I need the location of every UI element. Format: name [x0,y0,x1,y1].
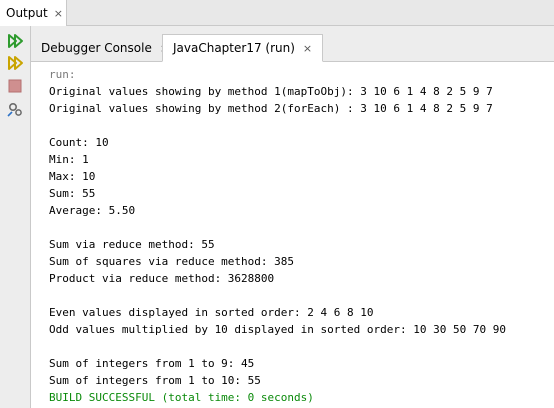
console-line: Sum of integers from 1 to 10: 55 [49,374,261,387]
console-line: Sum: 55 [49,187,96,200]
console-line: Original values showing by method 2(forE… [49,102,493,115]
console-line-build-status: BUILD SUCCESSFUL (total time: 0 seconds) [49,391,314,404]
console-line: Sum of integers from 1 to 9: 45 [49,357,255,370]
settings-icon[interactable] [6,100,24,118]
console-output[interactable]: run: Original values showing by method 1… [31,62,554,408]
console-line: Sum via reduce method: 55 [49,238,215,251]
console-line: Max: 10 [49,170,96,183]
console-line: Sum of squares via reduce method: 385 [49,255,295,268]
console-tabstrip: Debugger Console × JavaChapter17 (run) × [31,26,554,62]
console-line: Average: 5.50 [49,204,136,217]
console-line: Count: 10 [49,136,109,149]
console-line: Even values displayed in sorted order: 2… [49,306,374,319]
close-icon[interactable]: × [303,42,312,55]
console-line: Min: 1 [49,153,89,166]
console-line: Odd values multiplied by 10 displayed in… [49,323,506,336]
tab-label: Debugger Console [41,41,152,55]
rerun-with-different-parameters-icon[interactable] [6,54,24,72]
close-icon[interactable]: × [54,7,63,20]
tab-debugger-console[interactable]: Debugger Console × [31,34,179,62]
output-window-tab[interactable]: Output × [0,0,67,26]
console-line: Product via reduce method: 3628800 [49,272,275,285]
output-window-tabbar: Output × [0,0,554,26]
output-tab-label: Output [6,6,48,20]
tab-javachapter17-run[interactable]: JavaChapter17 (run) × [162,34,324,62]
tab-label: JavaChapter17 (run) [173,41,295,55]
stop-icon[interactable] [6,77,24,95]
rerun-icon[interactable] [6,32,24,50]
console-line: Original values showing by method 1(mapT… [49,85,493,98]
output-toolbar [0,26,31,408]
console-line-run: run: [49,68,76,81]
